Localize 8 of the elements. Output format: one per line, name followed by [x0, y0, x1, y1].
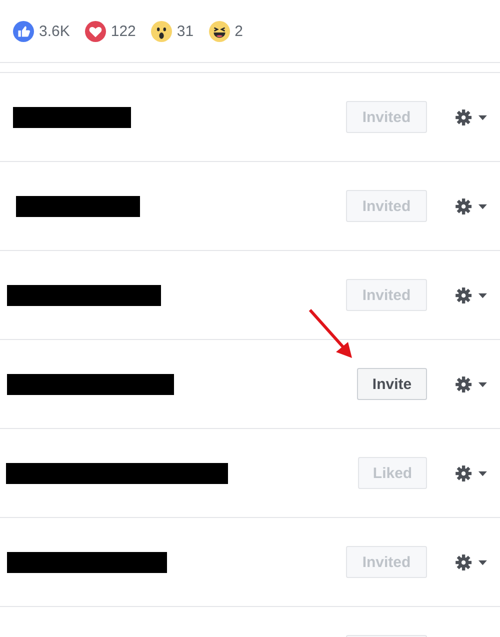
reaction-count: 2 — [234, 22, 243, 40]
reaction-count: 3.6K — [39, 22, 70, 40]
surprised-face-icon — [150, 20, 172, 42]
reaction-count: 122 — [110, 22, 136, 40]
reaction-count: 31 — [176, 22, 194, 40]
laughing-face-icon — [208, 20, 230, 42]
thumbs-up-icon — [13, 20, 34, 42]
invite-button[interactable]: Invite — [357, 368, 427, 400]
